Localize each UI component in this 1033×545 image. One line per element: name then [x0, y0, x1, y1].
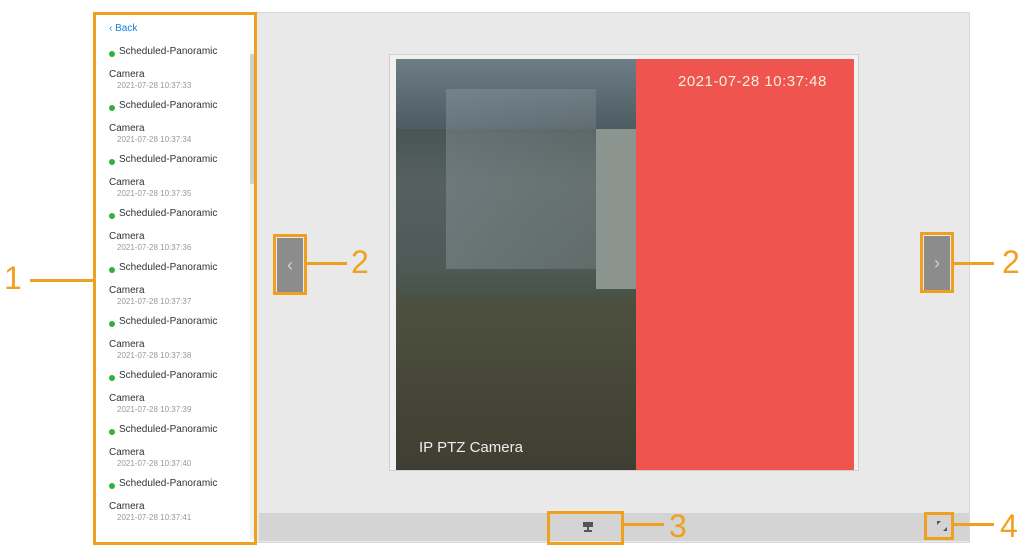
event-list: Scheduled-Panoramic Camera 2021-07-28 10:3… [95, 45, 250, 531]
list-item[interactable]: Scheduled-Panoramic Camera 2021-07-28 10:3… [95, 207, 250, 261]
item-time: 2021-07-28 10:37:37 [117, 297, 192, 306]
callout-number-3: 3 [669, 508, 687, 544]
ptz-button[interactable] [578, 518, 598, 536]
callout-number-4: 4 [1000, 508, 1018, 544]
item-title: Scheduled-Panoramic [119, 154, 218, 165]
status-dot-icon [109, 267, 115, 273]
scrollbar-thumb[interactable] [250, 54, 255, 184]
camera-image [396, 59, 636, 470]
item-time: 2021-07-28 10:37:33 [117, 81, 192, 90]
item-subtitle: Camera [109, 447, 145, 458]
back-link[interactable]: ‹ Back [109, 23, 137, 34]
item-subtitle: Camera [109, 501, 145, 512]
status-dot-icon [109, 429, 115, 435]
snapshot-viewer: IP PTZ Camera 2021-07-28 10:37:48 [389, 54, 859, 471]
item-title: Scheduled-Panoramic [119, 370, 218, 381]
item-subtitle: Camera [109, 393, 145, 404]
item-subtitle: Camera [109, 69, 145, 80]
item-time: 2021-07-28 10:37:34 [117, 135, 192, 144]
status-dot-icon [109, 375, 115, 381]
callout-line-1 [30, 279, 93, 282]
callout-line-2a [307, 262, 347, 265]
item-title: Scheduled-Panoramic [119, 262, 218, 273]
event-list-panel: ‹ Back Scheduled-Panoramic Camera 2021-07-… [95, 14, 255, 543]
item-title: Scheduled-Panoramic [119, 478, 218, 489]
red-overlay [636, 59, 854, 470]
status-dot-icon [109, 321, 115, 327]
bottom-toolbar [259, 513, 969, 541]
list-item[interactable]: Scheduled-Panoramic Camera 2021-07-28 10:3… [95, 369, 250, 423]
item-subtitle: Camera [109, 177, 145, 188]
previous-button[interactable]: ‹ [277, 238, 303, 292]
snapshot-timestamp: 2021-07-28 10:37:48 [678, 73, 827, 90]
list-item[interactable]: Scheduled-Panoramic Camera 2021-07-28 10:3… [95, 315, 250, 369]
fullscreen-icon [937, 521, 947, 531]
item-subtitle: Camera [109, 339, 145, 350]
item-time: 2021-07-28 10:37:35 [117, 189, 192, 198]
item-time: 2021-07-28 10:37:39 [117, 405, 192, 414]
back-label: Back [115, 23, 138, 34]
callout-line-2b [954, 262, 994, 265]
item-title: Scheduled-Panoramic [119, 316, 218, 327]
status-dot-icon [109, 213, 115, 219]
item-subtitle: Camera [109, 231, 145, 242]
item-time: 2021-07-28 10:37:36 [117, 243, 192, 252]
status-dot-icon [109, 51, 115, 57]
list-item[interactable]: Scheduled-Panoramic Camera 2021-07-28 10:3… [95, 99, 250, 153]
list-item[interactable]: Scheduled-Panoramic Camera 2021-07-28 10:3… [95, 153, 250, 207]
status-dot-icon [109, 483, 115, 489]
callout-number-1: 1 [4, 260, 22, 296]
item-subtitle: Camera [109, 123, 145, 134]
callout-line-3 [624, 523, 664, 526]
item-title: Scheduled-Panoramic [119, 208, 218, 219]
list-item[interactable]: Scheduled-Panoramic Camera 2021-07-28 10:3… [95, 261, 250, 315]
list-item[interactable]: Scheduled-Panoramic Camera 2021-07-28 10:3… [95, 45, 250, 99]
item-title: Scheduled-Panoramic [119, 46, 218, 57]
callout-line-4 [954, 523, 994, 526]
fullscreen-button[interactable] [932, 517, 952, 535]
callout-number-2b: 2 [1002, 244, 1020, 280]
list-item[interactable]: Scheduled-Panoramic Camera 2021-07-28 10:3… [95, 423, 250, 477]
item-title: Scheduled-Panoramic [119, 424, 218, 435]
list-item[interactable]: Scheduled-Panoramic Camera 2021-07-28 10:3… [95, 477, 250, 531]
scene-door [596, 129, 636, 289]
chevron-right-icon: › [934, 253, 940, 273]
item-title: Scheduled-Panoramic [119, 100, 218, 111]
item-subtitle: Camera [109, 285, 145, 296]
item-time: 2021-07-28 10:37:41 [117, 513, 192, 522]
chevron-left-icon: ‹ [287, 255, 293, 275]
ptz-camera-icon [583, 522, 593, 532]
status-dot-icon [109, 159, 115, 165]
next-button[interactable]: › [924, 236, 950, 290]
item-time: 2021-07-28 10:37:40 [117, 459, 192, 468]
item-time: 2021-07-28 10:37:38 [117, 351, 192, 360]
status-dot-icon [109, 105, 115, 111]
camera-label: IP PTZ Camera [419, 439, 523, 456]
callout-number-2a: 2 [351, 244, 369, 280]
scene-glass [446, 89, 596, 269]
